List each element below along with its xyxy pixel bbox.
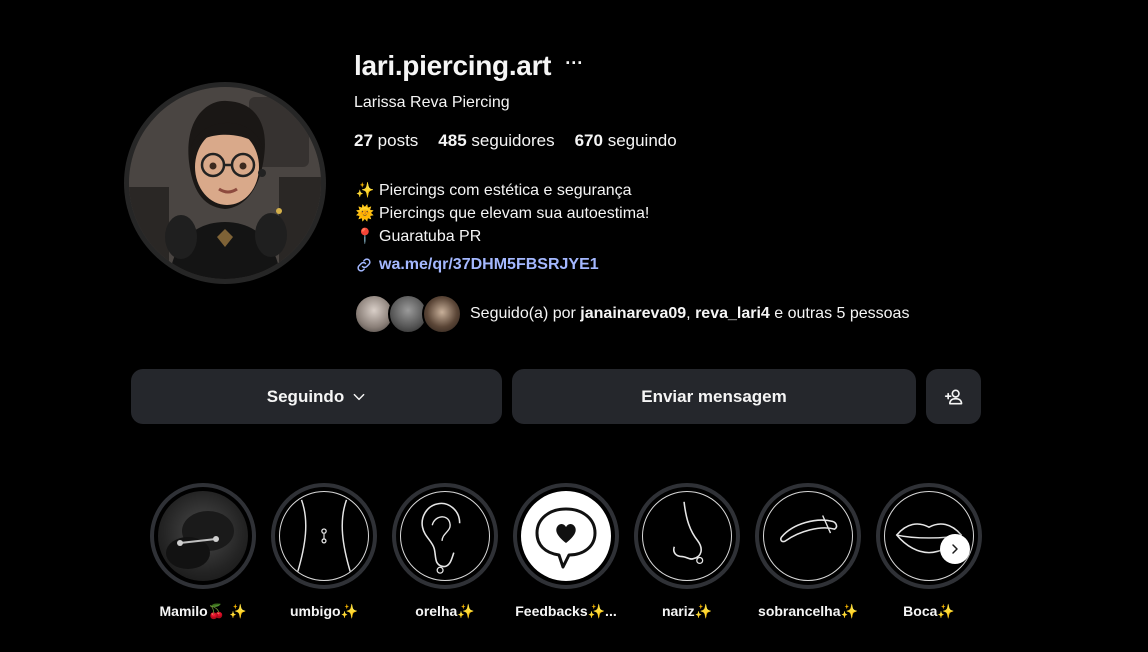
username: lari.piercing.art — [354, 50, 552, 81]
highlight-ring — [755, 483, 861, 589]
highlight-label: Mamilo🍒 ✨ — [159, 603, 247, 619]
followed-by-prefix: Seguido(a) por — [470, 305, 576, 322]
highlight-item[interactable]: Feedbacks✨... — [513, 483, 619, 620]
chevron-down-icon — [353, 393, 365, 400]
username-row: lari.piercing.art ··· — [354, 50, 583, 82]
profile-stats: 27 posts 485 seguidores 670 seguindo — [354, 131, 677, 151]
ear-drawing — [421, 502, 461, 574]
following-button[interactable]: Seguindo — [131, 369, 502, 424]
add-user-icon — [944, 389, 962, 404]
mutual-avatars — [354, 294, 462, 334]
bio-line: 🌞 Piercings que elevam sua autoestima! — [355, 202, 650, 225]
highlight-ring — [271, 483, 377, 589]
highlight-ring — [150, 483, 256, 589]
followed-by-text: Seguido(a) por janainareva09, reva_lari4… — [470, 305, 909, 323]
nose-drawing — [673, 501, 704, 565]
highlight-label: umbigo✨ — [290, 603, 358, 619]
location-pin-icon: 📍 — [355, 228, 375, 245]
posts-count: 27 — [354, 131, 373, 150]
followers-label: seguidores — [471, 131, 555, 150]
highlight-label: Feedbacks✨... — [515, 603, 617, 619]
highlight-item[interactable]: umbigo✨ — [271, 483, 377, 620]
mutual-user-2[interactable]: reva_lari4 — [695, 305, 770, 322]
bio-text: Piercings que elevam sua autoestima! — [379, 205, 650, 222]
highlight-label: Boca✨ — [903, 603, 955, 619]
followed-by[interactable]: Seguido(a) por janainareva09, reva_lari4… — [354, 294, 909, 334]
following-stat[interactable]: 670 seguindo — [575, 131, 677, 151]
bio-link[interactable]: wa.me/qr/37DHM5FBSRJYE1 — [355, 256, 599, 274]
highlight-ring — [634, 483, 740, 589]
followed-by-suffix: e outras 5 pessoas — [774, 305, 910, 322]
bio: ✨ Piercings com estética e segurança 🌞 P… — [355, 179, 650, 248]
eyebrow-outline-icon — [763, 491, 853, 581]
mutual-avatar — [422, 294, 462, 334]
nose-outline-icon — [642, 491, 732, 581]
bio-text: Guaratuba PR — [379, 228, 482, 245]
highlight-item[interactable]: nariz✨ — [634, 483, 740, 620]
bio-line: 📍 Guaratuba PR — [355, 225, 649, 248]
sun-icon: 🌞 — [355, 205, 375, 222]
highlight-label: orelha✨ — [415, 603, 475, 619]
navel-drawing — [296, 499, 352, 573]
full-name: Larissa Reva Piercing — [354, 94, 510, 111]
send-message-button[interactable]: Enviar mensagem — [512, 369, 916, 424]
followers-stat[interactable]: 485 seguidores — [438, 131, 554, 151]
chevron-right-icon — [952, 544, 958, 554]
sparkles-icon: ✨ — [355, 182, 375, 199]
followed-by-separator: , — [686, 305, 691, 322]
heart-speech-bubble-icon — [521, 491, 611, 581]
highlights-next-button[interactable] — [940, 534, 970, 564]
highlight-ring — [392, 483, 498, 589]
following-button-label: Seguindo — [266, 386, 345, 406]
send-message-label: Enviar mensagem — [641, 386, 787, 406]
bio-line: ✨ Piercings com estética e segurança — [355, 179, 649, 202]
suggest-user-button[interactable] — [926, 369, 981, 424]
highlight-item[interactable]: Mamilo🍒 ✨ — [150, 483, 256, 620]
mutual-user-1[interactable]: janainareva09 — [580, 305, 686, 322]
nipple-photo — [158, 491, 248, 581]
profile-page: lari.piercing.art ··· Larissa Reva Pierc… — [0, 0, 1148, 652]
eyebrow-drawing — [780, 515, 838, 543]
following-count: 670 — [574, 131, 603, 150]
story-highlights: Mamilo🍒 ✨ umbigo✨ orelha✨ Feedbacks✨... … — [150, 483, 982, 633]
bio-text: Piercings com estética e segurança — [379, 182, 632, 199]
highlight-label: nariz✨ — [661, 603, 713, 619]
feedback-drawing — [535, 507, 597, 569]
bio-link-text: wa.me/qr/37DHM5FBSRJYE1 — [379, 256, 599, 273]
highlight-ring — [876, 483, 982, 589]
posts-stat: 27 posts — [354, 131, 418, 151]
highlight-item[interactable]: orelha✨ — [392, 483, 498, 620]
followers-count: 485 — [438, 131, 467, 150]
highlight-item[interactable]: sobrancelha✨ — [755, 483, 861, 620]
highlight-label: sobrancelha✨ — [758, 603, 858, 619]
highlight-photo — [166, 511, 234, 569]
following-label: seguindo — [607, 131, 677, 150]
avatar-image — [129, 87, 321, 279]
highlight-ring — [513, 483, 619, 589]
posts-label: posts — [377, 131, 419, 150]
more-options-icon[interactable]: ··· — [565, 54, 583, 78]
ear-outline-icon — [400, 491, 490, 581]
navel-outline-icon — [279, 491, 369, 581]
link-icon — [357, 258, 371, 272]
avatar-illustration — [129, 87, 321, 279]
profile-avatar[interactable] — [124, 82, 326, 284]
